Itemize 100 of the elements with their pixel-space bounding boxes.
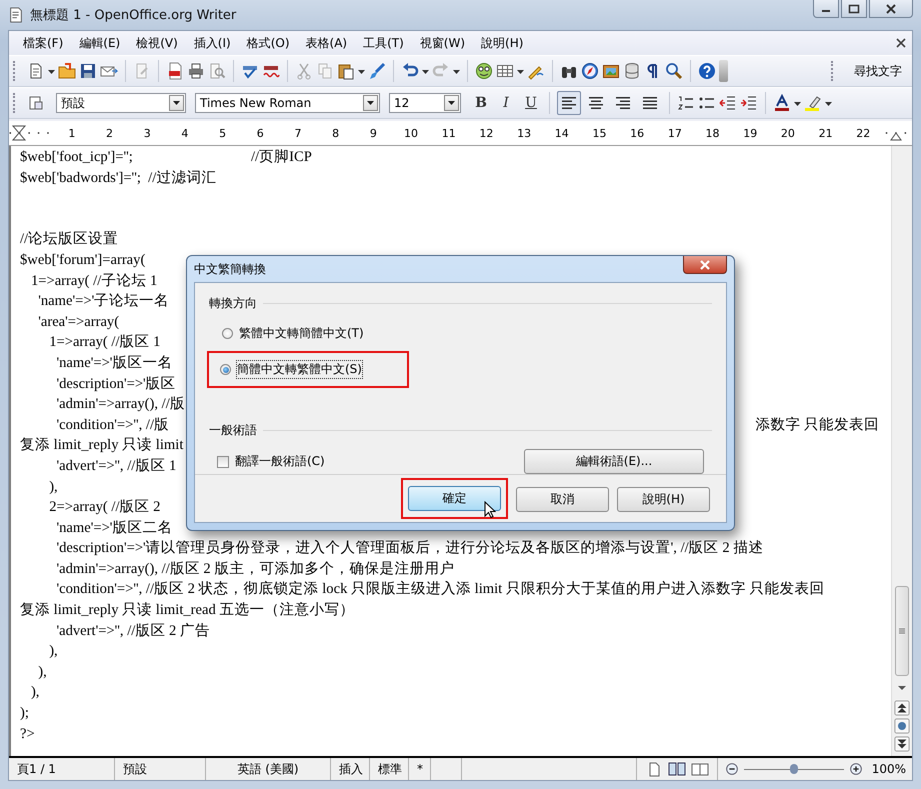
compass-icon[interactable] (581, 62, 599, 80)
code-line: //论坛版区设置 (20, 230, 118, 250)
code-line: 添数字 只能发表回 (755, 416, 879, 435)
code-line: $web['forum']=array( (20, 250, 146, 270)
align-left-button[interactable] (557, 91, 581, 115)
code-line: 'advert'=>'', //版区 1 (55, 456, 176, 476)
pdf-icon[interactable] (166, 62, 184, 80)
printer-icon[interactable] (187, 62, 205, 80)
bold-button[interactable]: B (470, 92, 492, 114)
close-icon (885, 4, 897, 14)
style-dropdown[interactable]: 預設 (56, 93, 186, 113)
insert-mode: 插入 (331, 758, 370, 780)
code-line: 'description'=>'版区 (55, 374, 176, 394)
minimize-button[interactable] (813, 0, 839, 18)
folder-icon[interactable] (58, 62, 76, 80)
save-icon[interactable] (79, 62, 97, 80)
menu-item[interactable]: 插入(I) (186, 32, 239, 54)
find-text-label[interactable]: 尋找文字 (848, 62, 908, 80)
menu-item[interactable]: 編輯(E) (71, 32, 128, 54)
code-line: 2=>array( //版区 2 (48, 498, 160, 518)
caret-icon (448, 101, 455, 105)
code-line: $web['foot_icp']=''; (20, 148, 134, 167)
zoom-slider-thumb[interactable] (790, 764, 798, 774)
ruler-number: 4 (180, 126, 190, 140)
menu-item[interactable]: 檢視(V) (128, 32, 186, 54)
two-page-icon[interactable] (668, 760, 686, 778)
code-line: $web['badwords']=''; //过滤词汇 (20, 168, 216, 188)
menu-item[interactable]: 表格(A) (298, 32, 356, 54)
document-icon (8, 7, 24, 23)
menu-item[interactable]: 視窗(W) (412, 32, 474, 54)
highlighter-icon[interactable] (804, 94, 822, 112)
clipboard-icon[interactable] (337, 62, 355, 80)
align-justify-icon (641, 94, 659, 112)
menu-item[interactable]: 檔案(F) (15, 32, 72, 54)
indent-marker-icon[interactable] (11, 124, 29, 142)
size-dropdown[interactable]: 12 (389, 93, 461, 113)
gallery-icon[interactable] (602, 62, 620, 80)
code-comment: //页脚ICP (251, 148, 312, 167)
dialog-button[interactable]: 確定 (408, 486, 501, 511)
page-style: 預設 (115, 758, 206, 780)
previous-page-icon[interactable] (894, 700, 910, 716)
edit-terms-button[interactable]: 編輯術語(E)... (524, 449, 704, 474)
modified-indicator: * (409, 758, 431, 780)
database-icon[interactable] (623, 62, 641, 80)
code-line: 'description'=>'请以管理员身份登录，进入个人管理面板后，进行分论坛及各版区的增添与设置', //版区 2 描述 (55, 539, 764, 558)
zoom-out-icon[interactable] (724, 761, 740, 777)
dialog-button[interactable]: 說明(H) (617, 487, 710, 512)
italic-button[interactable]: I (495, 92, 517, 114)
ruler-number: 18 (704, 126, 721, 140)
menu-item[interactable]: 說明(H) (473, 32, 532, 54)
ruler-number: 1 (67, 126, 76, 140)
zoom-in-icon[interactable] (848, 761, 864, 777)
search-icon[interactable] (665, 62, 683, 80)
increase-indent-icon[interactable] (740, 94, 758, 112)
ruler-number: 13 (516, 126, 532, 140)
styles-icon[interactable] (27, 94, 45, 112)
menu-item[interactable]: 工具(T) (355, 32, 412, 54)
decrease-indent-icon[interactable] (719, 94, 737, 112)
close-icon[interactable] (896, 38, 906, 48)
radio-option[interactable]: 簡體中文轉繁體中文(S) (215, 358, 367, 381)
code-line: ?> (20, 724, 35, 744)
font-color-icon[interactable] (773, 94, 791, 112)
ruler-number: 3 (142, 126, 152, 140)
ruler-number: 19 (742, 126, 758, 140)
ruler-number: 20 (780, 126, 796, 140)
underline-button[interactable]: U (520, 92, 542, 114)
code-line: 复添 limit_reply 只读 limit (20, 436, 184, 456)
brush-icon[interactable] (368, 62, 386, 80)
table-icon[interactable] (496, 62, 514, 80)
next-page-icon[interactable] (894, 736, 910, 752)
code-line: ), (48, 642, 58, 662)
ruler-number: 10 (403, 126, 420, 140)
scroll-down-icon[interactable] (897, 684, 907, 692)
smiley-icon[interactable] (475, 62, 493, 80)
ruler-number: 7 (293, 126, 302, 140)
code-line: ), (48, 478, 58, 496)
menu-item[interactable]: 格式(O) (238, 32, 298, 54)
numbering-icon[interactable] (677, 94, 695, 112)
cursor-icon (484, 501, 496, 519)
window-title: 無標題 1 - OpenOffice.org Writer (30, 7, 236, 24)
align-right-icon (614, 94, 632, 112)
font-dropdown[interactable]: Times New Roman (195, 93, 380, 113)
code-line: 'admin'=>array(), //版区 2 版主，可添加多个，确保是注册用户 (55, 560, 454, 579)
navigation-icon[interactable] (894, 718, 910, 734)
maximize-button[interactable] (841, 0, 867, 18)
caret-icon (173, 101, 180, 105)
code-line: 'advert'=>'', //版区 2 广告 (55, 622, 210, 641)
code-line: 1=>array( //子论坛 1 (30, 272, 158, 291)
language-status: 英語 (美國) (206, 758, 331, 780)
scrollbar-thumb[interactable] (895, 586, 909, 676)
dialog-close-button[interactable] (683, 256, 727, 274)
close-button[interactable] (869, 0, 913, 18)
help-icon[interactable] (698, 62, 716, 80)
ruler-number: 22 (855, 126, 872, 140)
checkbox[interactable]: 翻譯一般術語(C) (217, 453, 325, 470)
code-line: 'condition'=>'', //版区 2 状态，彻底锁定添 lock 只限版主级进入添 limit 只限积分大于某值的用户进入添数字 只能发表回 (55, 580, 825, 600)
radio-option[interactable]: 繁體中文轉簡體中文(T) (217, 322, 369, 345)
code-line: 'name'=>'子论坛一名 (37, 292, 170, 312)
ruler-number: 6 (256, 126, 265, 140)
dialog-button[interactable]: 取消 (516, 487, 609, 512)
